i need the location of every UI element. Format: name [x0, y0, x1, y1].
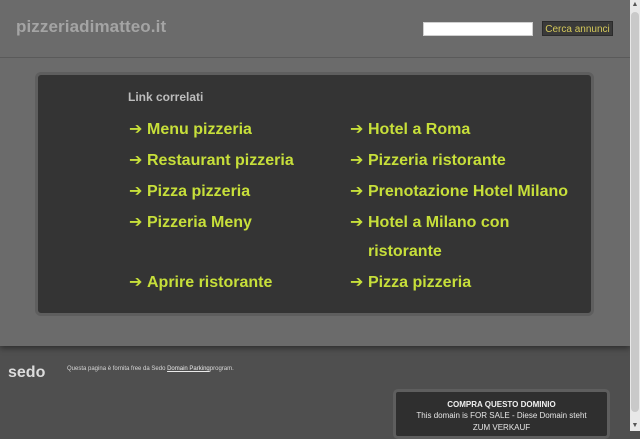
- link-label: Aprire ristorante: [147, 274, 273, 291]
- arrow-right-icon: ➔: [129, 152, 143, 169]
- link-label: Restaurant pizzeria: [147, 152, 294, 169]
- domain-for-sale-box[interactable]: COMPRA QUESTO DOMINIO This domain is FOR…: [393, 389, 610, 439]
- footer-text-before: Questa pagina è fornita free da Sedo: [67, 366, 168, 372]
- arrow-right-icon: ➔: [129, 183, 143, 200]
- search-button[interactable]: Cerca annunci: [542, 21, 613, 36]
- footer-text: Questa pagina è fornita free da Sedo Dom…: [67, 366, 234, 372]
- sedo-logo[interactable]: sedo: [8, 364, 45, 382]
- domain-parking-link[interactable]: Domain Parking: [167, 366, 210, 372]
- link-label: Pizzeria Meny: [147, 214, 252, 231]
- sedo-logo-text: sedo: [8, 364, 46, 381]
- link-label: Hotel a Roma: [368, 121, 471, 138]
- header: pizzeriadimatteo.it Cerca annunci: [0, 0, 630, 58]
- related-link-menu-pizzeria[interactable]: ➔ Menu pizzeria: [129, 115, 252, 144]
- arrow-right-icon: ➔: [129, 274, 143, 291]
- scrollbar-thumb[interactable]: [631, 12, 639, 412]
- links-heading: Link correlati: [128, 90, 204, 104]
- arrow-right-icon: ➔: [350, 183, 364, 200]
- arrow-right-icon: ➔: [350, 214, 364, 231]
- scroll-down-arrow-icon[interactable]: ▼: [630, 421, 640, 431]
- related-link-aprire-ristorante[interactable]: ➔ Aprire ristorante: [129, 268, 272, 297]
- related-link-restaurant-pizzeria[interactable]: ➔ Restaurant pizzeria: [129, 146, 294, 175]
- related-link-pizza-pizzeria[interactable]: ➔ Pizza pizzeria: [129, 177, 250, 206]
- link-label: Pizzeria ristorante: [368, 152, 506, 169]
- footer-text-after: program.: [209, 366, 234, 372]
- link-label: Hotel a Milano con: [368, 214, 510, 231]
- related-link-prenotazione-hotel-milano[interactable]: ➔ Prenotazione Hotel Milano: [350, 177, 568, 206]
- header-divider: [0, 57, 630, 58]
- sale-title[interactable]: COMPRA QUESTO DOMINIO: [396, 400, 607, 409]
- site-title[interactable]: pizzeriadimatteo.it: [16, 17, 166, 37]
- arrow-right-icon: ➔: [129, 121, 143, 138]
- arrow-right-icon: ➔: [129, 214, 143, 231]
- link-label: Menu pizzeria: [147, 121, 252, 138]
- scroll-up-arrow-icon[interactable]: ▲: [630, 0, 640, 10]
- link-label-line2: ristorante: [368, 243, 442, 260]
- link-label: Prenotazione Hotel Milano: [368, 183, 569, 200]
- arrow-right-icon: ➔: [350, 152, 364, 169]
- sale-description-line1: This domain is FOR SALE - Diese Domain s…: [416, 411, 587, 420]
- arrow-right-icon: ➔: [350, 121, 364, 138]
- arrow-right-icon: ➔: [350, 274, 364, 291]
- related-link-hotel-a-roma[interactable]: ➔ Hotel a Roma: [350, 115, 470, 144]
- related-link-pizzeria-meny[interactable]: ➔ Pizzeria Meny: [129, 208, 252, 237]
- related-link-pizza-pizzeria-2[interactable]: ➔ Pizza pizzeria: [350, 268, 471, 297]
- vertical-scrollbar[interactable]: ▲ ▼: [630, 0, 640, 431]
- related-link-hotel-a-milano-con-ristorante[interactable]: ➔ Hotel a Milano con ristorante: [350, 208, 520, 266]
- link-label: Pizza pizzeria: [368, 274, 472, 291]
- search-input[interactable]: [423, 22, 533, 36]
- link-label: Pizza pizzeria: [147, 183, 251, 200]
- related-link-pizzeria-ristorante[interactable]: ➔ Pizzeria ristorante: [350, 146, 506, 175]
- sale-description-line2: ZUM VERKAUF: [472, 423, 531, 432]
